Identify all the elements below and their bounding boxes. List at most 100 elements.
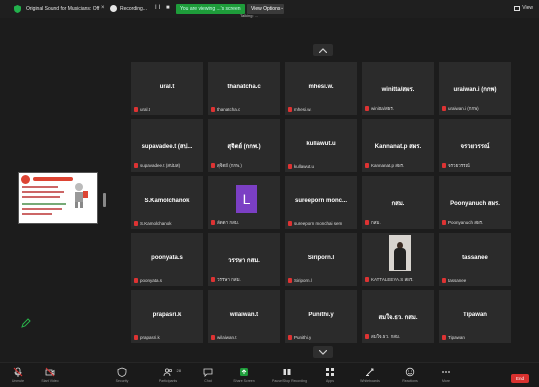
slide-text-line — [22, 208, 62, 210]
toolbar-caption: Security — [115, 379, 129, 383]
participant-tile[interactable]: วรรษา กสม. วรรษา กสม. — [207, 232, 281, 287]
participant-label: จรวยวรรณ์ — [442, 162, 470, 169]
toolbar-mute-button[interactable]: Unmute — [3, 367, 33, 383]
end-meeting-button[interactable]: End — [511, 374, 529, 383]
participant-name: สมใจ.ธว. กสม. — [378, 315, 418, 321]
slide-text-line — [22, 186, 58, 188]
participant-tile[interactable]: S.Kamolchanok S.Kamolchanok — [130, 175, 204, 230]
participant-label: S.Kamolchanok — [134, 221, 172, 226]
shared-screen-thumbnail[interactable] — [18, 172, 98, 224]
participant-tile[interactable]: poonyata.s poonyata.s — [130, 232, 204, 287]
participant-tile[interactable]: Poonyanuch สผร. Poonyanuch สผร. — [438, 175, 512, 230]
slide-text-line — [22, 203, 66, 205]
participant-label: Tipawan — [442, 335, 465, 340]
participant-tile[interactable]: Tipawan Tipawan — [438, 289, 512, 344]
toolbar-reactions-button[interactable]: Reactions — [395, 367, 425, 383]
participant-tile[interactable]: winitta/สผร. winitta/สผร. — [361, 61, 435, 116]
toolbar-record-button[interactable]: Pause/Stop Recording — [272, 367, 308, 383]
toolbar-caption: Chat — [204, 379, 212, 383]
participant-label-text: wilaiwan.t — [217, 335, 237, 340]
toolbar-apps-button[interactable]: Apps — [315, 367, 345, 383]
original-sound-label[interactable]: Original Sound for Musicians: Off — [26, 6, 99, 12]
participant-label: thanatcha.c — [211, 107, 240, 112]
muted-mic-icon — [442, 220, 446, 225]
mute-icon — [13, 367, 23, 377]
toolbar-caption: Pause/Stop Recording — [272, 379, 308, 383]
participant-label: mhesi.w. — [288, 107, 312, 112]
participant-label-text: วรรษา กสม. — [217, 277, 241, 282]
participant-name: Punithi.y — [308, 312, 334, 318]
participant-tile[interactable]: Siriporn.l Siriporn.l — [284, 232, 358, 287]
participant-tile[interactable]: ural.t ural.t — [130, 61, 204, 116]
toolbar-caption: Reactions — [402, 379, 418, 383]
toolbar-whiteboards-button[interactable]: Whiteboards — [355, 367, 385, 383]
top-bar: Original Sound for Musicians: Off × Reco… — [0, 0, 539, 18]
page-down-button[interactable] — [313, 346, 333, 358]
participant-tile[interactable]: wilaiwan.t wilaiwan.t — [207, 289, 281, 344]
participant-tile[interactable]: supavadee.t (สป... supavadee.t (สปมส) — [130, 118, 204, 173]
toolbar-share-button[interactable]: Share Screen — [229, 367, 259, 383]
participant-tile[interactable]: uraiwan.i (กกพ) uraiwan.i (กกพ) — [438, 61, 512, 116]
whiteboards-icon — [366, 368, 374, 376]
talking-indicator: Talking: ... — [240, 13, 259, 18]
participant-tile[interactable]: KATTALEEYA.S สผร. — [361, 232, 435, 287]
participant-name: Kannanat.p สผร. — [374, 144, 422, 150]
participant-tile[interactable]: Punithi.y Punithi.y — [284, 289, 358, 344]
participant-label-text: prapasri.k — [140, 335, 160, 340]
participant-label: prapasri.k — [134, 335, 160, 340]
recording-label: Recording... — [120, 5, 147, 12]
participant-name: thanatcha.c — [227, 84, 261, 90]
participant-tile[interactable]: L ลัดดา กสม. — [207, 175, 281, 230]
shield-icon[interactable] — [14, 5, 21, 13]
view-label: View — [522, 5, 533, 11]
participant-tile[interactable]: tassanee tassanee — [438, 232, 512, 287]
toolbar-more-button[interactable]: More — [431, 367, 461, 383]
chat-icon — [203, 368, 213, 377]
participant-label: Punithi.y — [288, 335, 311, 340]
recording-controls[interactable]: II ■ — [155, 5, 172, 11]
participant-label: sureeporn monchai sem — [288, 221, 342, 226]
participant-label-text: สุจิตย์ (กกพ.) — [217, 163, 242, 168]
participant-tile[interactable]: mhesi.w. mhesi.w. — [284, 61, 358, 116]
participant-label: uraiwan.i (กกพ) — [442, 105, 479, 112]
view-button[interactable]: View — [514, 5, 533, 11]
participant-label: Kannanat.p สผร. — [365, 162, 404, 169]
participant-label: ural.t — [134, 107, 150, 112]
muted-mic-icon — [365, 220, 369, 225]
annotate-pencil-icon[interactable] — [21, 318, 31, 328]
muted-mic-icon — [365, 163, 369, 168]
participant-gallery: ural.t ural.t thanatcha.c thanatcha.c mhesi.… — [130, 61, 514, 345]
participant-tile[interactable]: กสม. กสม. — [361, 175, 435, 230]
participant-tile[interactable]: sureeporn monc... sureeporn monchai sem — [284, 175, 358, 230]
participant-tile[interactable]: thanatcha.c thanatcha.c — [207, 61, 281, 116]
participant-label-text: winitta/สผร. — [371, 106, 395, 111]
participant-tile[interactable]: prapasri.k prapasri.k — [130, 289, 204, 344]
participant-label: วรรษา กสม. — [211, 276, 241, 283]
muted-mic-icon — [442, 163, 446, 168]
participant-label-text: ลัดดา กสม. — [217, 220, 240, 225]
toolbar-security-button[interactable]: Security — [107, 367, 137, 383]
muted-mic-icon — [288, 107, 292, 112]
zoom-meeting-window: Original Sound for Musicians: Off × Reco… — [0, 0, 539, 387]
viewing-screen-banner: You are viewing ...'s screen — [176, 4, 245, 14]
participant-tile[interactable]: kullawut.u kullawut.u — [284, 118, 358, 173]
participant-label-text: uraiwan.i (กกพ) — [448, 106, 479, 111]
participant-tile[interactable]: สมใจ.ธว. กสม. สมใจ.ธว. กสม. — [361, 289, 435, 344]
video-icon — [45, 367, 55, 377]
participant-label-text: kullawut.u — [294, 164, 315, 169]
toolbar-chat-button[interactable]: Chat — [193, 367, 223, 383]
toolbar-participants-button[interactable]: Participants 28 — [153, 367, 183, 383]
participant-name: mhesi.w. — [308, 84, 334, 90]
page-up-button[interactable] — [313, 44, 333, 56]
participant-label: Poonyanuch สผร. — [442, 219, 483, 226]
toolbar-video-button[interactable]: Start Video — [35, 367, 65, 383]
close-icon[interactable]: × — [101, 5, 105, 11]
participant-name: wilaiwan.t — [229, 312, 259, 318]
participant-label-text: poonyata.s — [140, 278, 163, 283]
chevron-down-icon[interactable]: ⌄ — [280, 5, 284, 11]
participant-tile[interactable]: Kannanat.p สผร. Kannanat.p สผร. — [361, 118, 435, 173]
participant-tile[interactable]: สุจิตย์ (กกพ.) สุจิตย์ (กกพ.) — [207, 118, 281, 173]
resize-handle[interactable] — [103, 193, 106, 207]
participant-tile[interactable]: จรวยวรรณ์ จรวยวรรณ์ — [438, 118, 512, 173]
toolbar-caption: Unmute — [11, 379, 25, 383]
